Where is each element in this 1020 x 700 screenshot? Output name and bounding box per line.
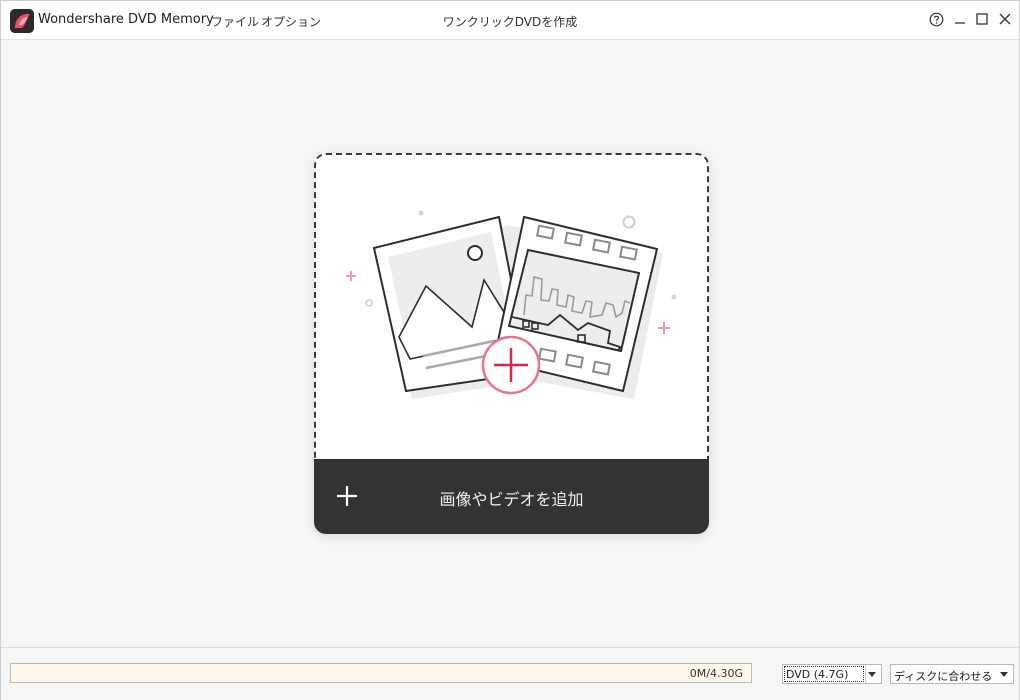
menu-file[interactable]: ファイル xyxy=(211,13,259,30)
close-icon xyxy=(999,13,1011,25)
drop-area[interactable] xyxy=(314,153,709,460)
app-title: Wondershare DVD Memory xyxy=(38,12,214,27)
add-media-label: 画像やビデオを追加 xyxy=(439,490,584,509)
disc-usage-bar: 0M/4.30G xyxy=(10,663,752,683)
minimize-button[interactable] xyxy=(951,10,969,28)
app-window: Wondershare DVD Memory ファイル オプション ワンクリック… xyxy=(0,0,1020,700)
help-button[interactable] xyxy=(927,10,945,28)
status-bar: 0M/4.30G DVD (4.7G) ディスクに合わせる xyxy=(1,647,1019,700)
disc-usage-text: 0M/4.30G xyxy=(689,667,743,680)
fit-mode-value: ディスクに合わせる xyxy=(894,670,993,683)
disc-type-select[interactable]: DVD (4.7G) xyxy=(782,664,882,684)
close-button[interactable] xyxy=(996,10,1014,28)
chevron-down-icon xyxy=(868,672,876,677)
minimize-icon xyxy=(955,22,965,24)
photo-video-illustration xyxy=(346,210,677,399)
maximize-button[interactable] xyxy=(973,10,991,28)
chevron-down-icon xyxy=(1000,672,1008,677)
help-icon xyxy=(929,12,943,26)
add-media-button[interactable]: 画像やビデオを追加 xyxy=(314,459,709,534)
add-badge-icon xyxy=(481,335,541,395)
menu-options[interactable]: オプション xyxy=(261,13,321,30)
select-separator xyxy=(865,665,866,683)
disc-type-value: DVD (4.7G) xyxy=(786,668,849,681)
title-bar: Wondershare DVD Memory ファイル オプション ワンクリック… xyxy=(1,1,1019,40)
media-drop-card[interactable]: 画像やビデオを追加 xyxy=(314,153,709,534)
fit-mode-select[interactable]: ディスクに合わせる xyxy=(890,664,1014,684)
app-logo-icon xyxy=(10,9,34,33)
maximize-icon xyxy=(976,13,988,25)
